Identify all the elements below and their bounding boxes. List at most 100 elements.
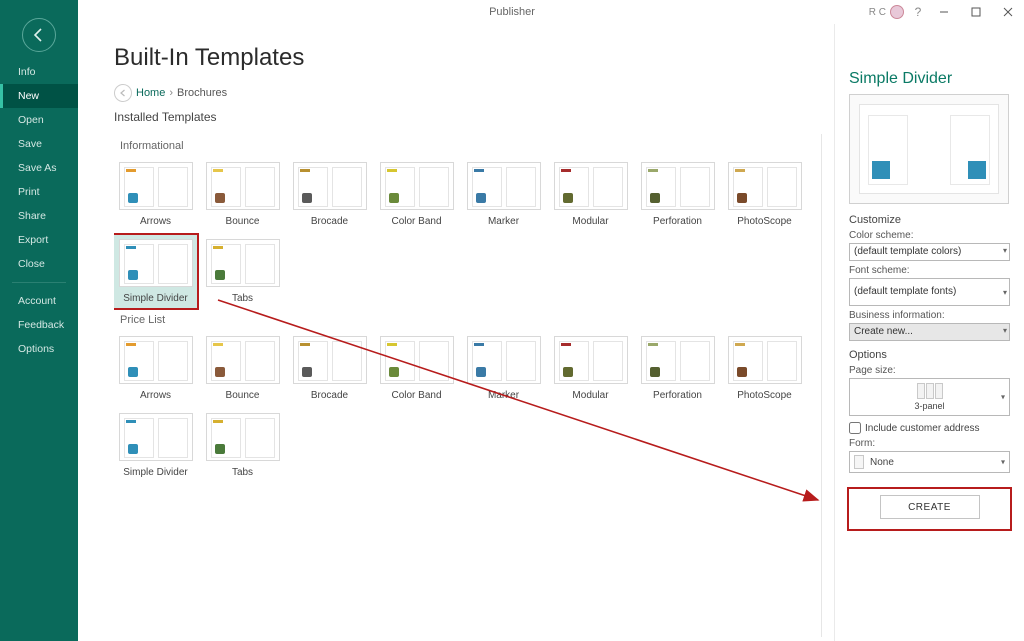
- template-thumbnail: [554, 162, 628, 210]
- include-customer-address-checkbox[interactable]: Include customer address: [849, 422, 1010, 434]
- template-card-bounce[interactable]: Bounce: [201, 158, 284, 231]
- template-thumbnail: [119, 162, 193, 210]
- template-card-color-band[interactable]: Color Band: [375, 332, 458, 405]
- template-name: Arrows: [114, 390, 197, 401]
- minimize-button[interactable]: [928, 0, 960, 24]
- template-card-brocade[interactable]: Brocade: [288, 332, 371, 405]
- template-row: Arrows Bounce Brocade Color Band Marker Modul…: [114, 158, 813, 231]
- template-row: Arrows BounceBrocadeColor BandMarker Modul…: [114, 332, 813, 405]
- nav-item-save[interactable]: Save: [0, 132, 78, 156]
- three-panel-icon: [917, 383, 943, 399]
- nav-item-export[interactable]: Export: [0, 228, 78, 252]
- color-scheme-select[interactable]: (default template colors): [849, 243, 1010, 261]
- template-thumbnail: [119, 336, 193, 384]
- nav-item-feedback[interactable]: Feedback: [0, 313, 78, 337]
- nav-item-options[interactable]: Options: [0, 337, 78, 361]
- breadcrumb-back-button[interactable]: [114, 84, 132, 102]
- page-size-select[interactable]: 3-panel ▾: [849, 378, 1010, 416]
- template-name: Brocade: [288, 216, 371, 227]
- nav-item-account[interactable]: Account: [0, 289, 78, 313]
- chevron-down-icon: ▾: [1001, 458, 1005, 467]
- window-controls: [928, 0, 1024, 24]
- template-thumbnail: [728, 162, 802, 210]
- font-scheme-select[interactable]: (default template fonts): [849, 278, 1010, 306]
- create-annotation-box: CREATE: [849, 489, 1010, 529]
- form-select[interactable]: None ▾: [849, 451, 1010, 473]
- app-title: Publisher: [489, 6, 535, 18]
- template-thumbnail: [380, 162, 454, 210]
- maximize-button[interactable]: [960, 0, 992, 24]
- template-name: Arrows: [114, 216, 197, 227]
- template-name: Modular: [549, 216, 632, 227]
- template-card-bounce[interactable]: Bounce: [201, 332, 284, 405]
- nav-item-info[interactable]: Info: [0, 60, 78, 84]
- template-name: PhotoScope: [723, 216, 806, 227]
- template-card-modular[interactable]: Modular: [549, 158, 632, 231]
- template-card-photoscope[interactable]: PhotoScope: [723, 158, 806, 231]
- template-name: Tabs: [201, 293, 284, 304]
- nav-item-print[interactable]: Print: [0, 180, 78, 204]
- template-card-modular[interactable]: Modular: [549, 332, 632, 405]
- nav-item-share[interactable]: Share: [0, 204, 78, 228]
- template-thumbnail: [293, 162, 367, 210]
- template-card-photoscope[interactable]: PhotoScope: [723, 332, 806, 405]
- chevron-right-icon: ›: [169, 87, 173, 99]
- template-card-simple-divider[interactable]: Simple Divider: [114, 409, 197, 482]
- installed-templates-heading: Installed Templates: [114, 110, 810, 124]
- help-button[interactable]: ?: [908, 0, 928, 24]
- template-name: Simple Divider: [114, 467, 197, 478]
- color-scheme-label: Color scheme:: [849, 230, 1010, 241]
- nav-item-save-as[interactable]: Save As: [0, 156, 78, 180]
- template-thumbnail: [554, 336, 628, 384]
- options-heading: Options: [849, 349, 1010, 361]
- business-info-select[interactable]: Create new...: [849, 323, 1010, 341]
- template-name: PhotoScope: [723, 390, 806, 401]
- customize-heading: Customize: [849, 214, 1010, 226]
- template-thumbnail: [467, 162, 541, 210]
- breadcrumb: Home › Brochures: [114, 84, 810, 102]
- template-thumbnail: [119, 413, 193, 461]
- template-card-arrows[interactable]: Arrows: [114, 158, 197, 231]
- template-card-arrows[interactable]: Arrows: [114, 332, 197, 405]
- user-initials: R C: [869, 7, 886, 18]
- template-scroll-area[interactable]: InformationalArrowsBounceBrocadeColor Ba…: [114, 134, 822, 637]
- template-name: Marker: [462, 216, 545, 227]
- template-name: Perforation: [636, 216, 719, 227]
- form-label: Form:: [849, 438, 1010, 449]
- user-badge[interactable]: R C: [869, 0, 904, 24]
- template-row: Simple Divider Tabs: [114, 235, 813, 308]
- details-panel: Simple Divider Customize Color scheme: (…: [834, 24, 1024, 641]
- template-thumbnail: [728, 336, 802, 384]
- template-card-perforation[interactable]: Perforation: [636, 158, 719, 231]
- create-button[interactable]: CREATE: [880, 495, 980, 519]
- section-label: Price List: [120, 314, 813, 326]
- business-info-label: Business information:: [849, 310, 1010, 321]
- template-thumbnail: [206, 413, 280, 461]
- details-title: Simple Divider: [849, 70, 1010, 88]
- nav-item-open[interactable]: Open: [0, 108, 78, 132]
- breadcrumb-home[interactable]: Home: [136, 87, 165, 99]
- template-card-simple-divider[interactable]: Simple Divider: [114, 235, 197, 308]
- content: Built-In Templates Home › Brochures Inst…: [78, 24, 1024, 641]
- form-value: None: [870, 457, 894, 468]
- template-card-tabs[interactable]: Tabs: [201, 235, 284, 308]
- template-thumbnail: [206, 336, 280, 384]
- template-thumbnail: [119, 239, 193, 287]
- template-name: Bounce: [201, 216, 284, 227]
- close-button[interactable]: [992, 0, 1024, 24]
- template-name: Perforation: [636, 390, 719, 401]
- template-card-color-band[interactable]: Color Band: [375, 158, 458, 231]
- nav-item-new[interactable]: New: [0, 84, 78, 108]
- nav-list: InfoNewOpenSaveSave AsPrintShareExportCl…: [0, 60, 78, 361]
- font-scheme-label: Font scheme:: [849, 265, 1010, 276]
- template-card-brocade[interactable]: Brocade: [288, 158, 371, 231]
- back-button[interactable]: [22, 18, 56, 52]
- template-name: Modular: [549, 390, 632, 401]
- template-card-marker[interactable]: Marker: [462, 158, 545, 231]
- nav-item-close[interactable]: Close: [0, 252, 78, 276]
- include-customer-address-input[interactable]: [849, 422, 861, 434]
- template-card-perforation[interactable]: Perforation: [636, 332, 719, 405]
- backstage-sidebar: InfoNewOpenSaveSave AsPrintShareExportCl…: [0, 0, 78, 641]
- template-card-tabs[interactable]: Tabs: [201, 409, 284, 482]
- template-card-marker[interactable]: Marker: [462, 332, 545, 405]
